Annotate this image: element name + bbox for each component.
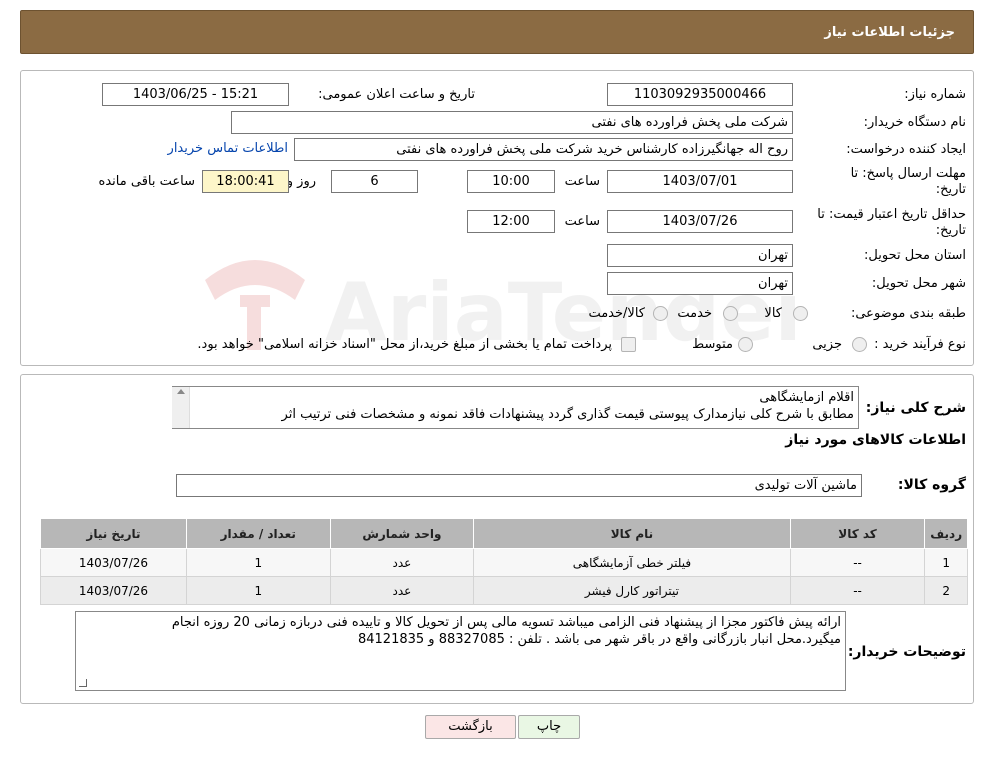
need-number-label: شماره نیاز: [904,87,966,102]
announce-label: تاریخ و ساعت اعلان عمومی: [318,87,475,102]
validity-label-line1: حداقل تاریخ اعتبار قیمت: تا [817,207,966,222]
category-radio-goods-service[interactable] [653,306,668,321]
cell-need-date: 1403/07/26 [40,548,187,577]
deadline-date-field: 1403/07/01 [607,170,793,193]
summary-line2: مطابق با شرح کلی نیازمدارک پیوستی قیمت گ… [281,407,854,422]
cell-item-name: فیلتر خطی آزمایشگاهی [473,548,791,577]
validity-date-field: 1403/07/26 [607,210,793,233]
cell-need-date: 1403/07/26 [40,576,187,605]
deadline-time-label: ساعت [564,174,600,189]
category-label: طبقه بندی موضوعی: [850,306,966,321]
process-option-medium: متوسط [692,337,733,352]
category-radio-goods[interactable] [793,306,808,321]
process-note: پرداخت تمام یا بخشی از مبلغ خرید،از محل … [197,337,612,352]
col-need-date: تاریخ نیاز [40,518,187,549]
table-header-row: ردیف کد کالا نام کالا واحد شمارش تعداد /… [40,518,968,549]
summary-label: شرح کلی نیاز: [865,400,966,416]
col-unit: واحد شمارش [329,518,475,549]
goods-table: ردیف کد کالا نام کالا واحد شمارش تعداد /… [40,518,968,605]
validity-label: حداقل تاریخ اعتبار قیمت: تا تاریخ: [817,207,966,239]
buyer-contact-link[interactable]: اطلاعات تماس خریدار [168,141,288,156]
deadline-time-field: 10:00 [467,170,555,193]
remaining-time-label: ساعت باقی مانده [98,174,195,189]
table-row: 2 -- تیتراتور کارل فیشر عدد 1 1403/07/26 [40,576,968,605]
treasury-checkbox[interactable] [621,337,636,352]
cell-unit: عدد [329,548,475,577]
buyer-notes-line2: میگیرد.محل انبار بازرگانی واقع در باقر ش… [357,632,841,647]
col-row-number: ردیف [924,518,968,549]
cell-row-number: 1 [924,548,968,577]
category-option-goods-service: کالا/خدمت [588,306,645,321]
province-label: استان محل تحویل: [864,248,966,263]
buyer-org-label: نام دستگاه خریدار: [863,115,966,130]
category-option-service: خدمت [677,306,712,321]
buyer-notes-textarea[interactable]: ارائه پیش فاکتور مجزا از پیشنهاد فنی الز… [75,611,846,691]
col-item-code: کد کالا [789,518,926,549]
deadline-label-line1: مهلت ارسال پاسخ: تا [850,166,966,181]
goods-group-label: گروه کالا: [897,477,966,493]
col-quantity: تعداد / مقدار [185,518,331,549]
cell-item-code: -- [789,548,926,577]
summary-line1: اقلام ازمایشگاهی [759,390,854,405]
cell-item-name: تیتراتور کارل فیشر [473,576,791,605]
table-row: 1 -- فیلتر خطی آزمایشگاهی عدد 1 1403/07/… [40,548,968,577]
scroll-up-icon[interactable] [176,389,185,394]
back-button[interactable]: بازگشت [425,715,516,739]
resize-handle-icon[interactable] [79,679,87,687]
cell-row-number: 2 [924,576,968,605]
process-label: نوع فرآیند خرید : [874,337,966,352]
days-label: روز و [286,174,316,189]
page-header: جزئیات اطلاعات نیاز [20,10,974,54]
cell-item-code: -- [789,576,926,605]
goods-section-title: اطلاعات کالاهای مورد نیاز [785,432,966,448]
process-radio-medium[interactable] [738,337,753,352]
buyer-notes-label: توضیحات خریدار: [847,644,966,660]
days-field: 6 [331,170,418,193]
city-field: تهران [607,272,793,295]
summary-scrollbar[interactable] [172,387,190,428]
process-option-minor: جزیی [812,337,842,352]
category-radio-service[interactable] [723,306,738,321]
validity-time-field: 12:00 [467,210,555,233]
cell-quantity: 1 [185,548,331,577]
print-button[interactable]: چاپ [518,715,580,739]
process-radio-minor[interactable] [852,337,867,352]
buyer-notes-line1: ارائه پیش فاکتور مجزا از پیشنهاد فنی الز… [171,615,841,630]
buyer-org-field: شرکت ملی پخش فراورده های نفتی [231,111,793,134]
remaining-time-field: 18:00:41 [202,170,289,193]
category-option-goods: کالا [764,306,782,321]
validity-time-label: ساعت [564,214,600,229]
goods-group-field: ماشین آلات تولیدی [176,474,862,497]
need-number-field: 1103092935000466 [607,83,793,106]
creator-label: ایجاد کننده درخواست: [846,142,966,157]
deadline-label-line2: تاریخ: [935,182,966,197]
announce-field: 1403/06/25 - 15:21 [102,83,289,106]
province-field: تهران [607,244,793,267]
col-item-name: نام کالا [473,518,791,549]
page-title: جزئیات اطلاعات نیاز [824,25,955,40]
city-label: شهر محل تحویل: [871,276,966,291]
validity-label-line2: تاریخ: [935,223,966,238]
creator-field: روح اله جهانگیرزاده کارشناس خرید شرکت مل… [294,138,793,161]
summary-textarea[interactable]: اقلام ازمایشگاهی مطابق با شرح کلی نیازمد… [172,386,859,429]
deadline-label: مهلت ارسال پاسخ: تا تاریخ: [851,166,966,198]
cell-quantity: 1 [185,576,331,605]
cell-unit: عدد [329,576,475,605]
